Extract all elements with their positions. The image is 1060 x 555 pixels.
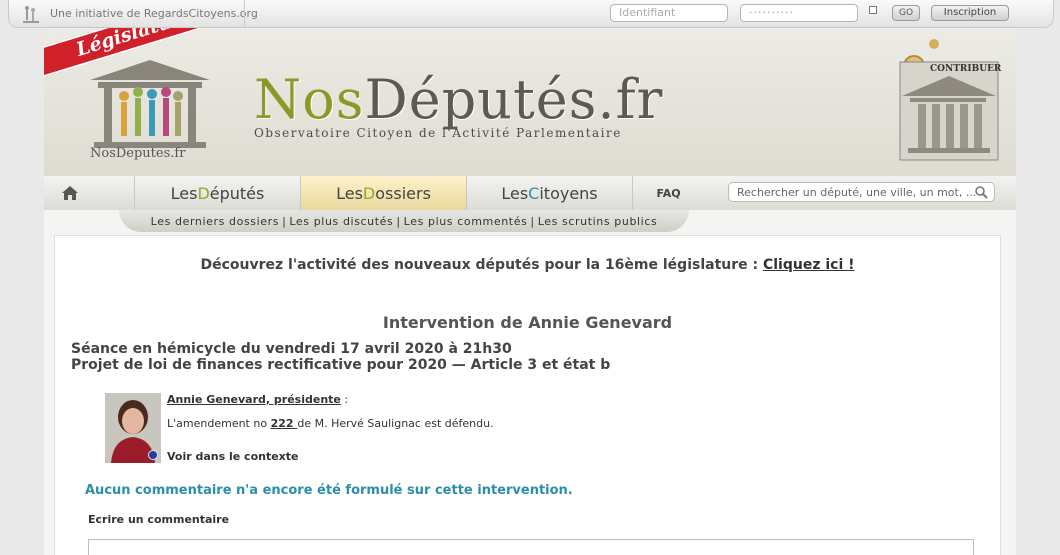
intervention-text: L'amendement no 222 de M. Hervé Sauligna… [167,417,494,430]
site-title[interactable]: NosDéputés.fr [254,68,663,131]
nosdeputes-logo-icon[interactable] [80,52,220,152]
nav-dossiers[interactable]: Les Dossiers [300,176,466,210]
subnav-separator: | [530,214,535,228]
initiative-link[interactable]: Une initiative de RegardsCitoyens.org [50,7,258,20]
home-icon [62,186,78,200]
logo-caption: NosDeputes.fr [90,146,186,161]
subnav-derniers-dossiers[interactable]: Les derniers dossiers [151,215,279,228]
search-input[interactable]: Rechercher un député, une ville, un mot,… [728,182,995,202]
announcement-link[interactable]: Cliquez ici ! [763,257,855,273]
speaker-line: Annie Genevard, présidente : [167,393,348,406]
go-button[interactable]: GO [892,5,920,21]
nav-citoyens-prefix: Les [501,183,529,203]
group-color-icon [148,450,158,460]
speaker-suffix: : [340,393,349,406]
content-panel: Découvrez l'activité des nouveaux député… [54,235,1001,555]
regardscitoyens-logo-icon[interactable] [21,4,41,24]
nav-dossiers-rest: ossiers [375,183,431,203]
password-field[interactable]: ·········· [740,4,858,22]
subnav-plus-commentes[interactable]: Les plus commentés [404,215,528,228]
register-button[interactable]: Inscription [931,5,1009,21]
subnav-separator: | [282,214,287,228]
nav-citoyens[interactable]: Les Citoyens [466,176,632,210]
speaker-link[interactable]: Annie Genevard, présidente [167,393,341,406]
subnav-scrutins-publics[interactable]: Les scrutins publics [538,215,658,228]
announcement: Découvrez l'activité des nouveaux député… [55,257,1000,273]
comment-textarea[interactable] [88,539,974,555]
site-title-part2: Députés.fr [364,68,664,131]
amend-prefix: L'amendement no [167,417,271,430]
search-icon[interactable] [974,185,988,199]
nav-deputes-rest: éputés [209,183,265,203]
sub-nav: Les derniers dossiers | Les plus discuté… [119,210,689,232]
contribute-coins-icon[interactable] [898,38,1000,162]
top-login-bar: Une initiative de RegardsCitoyens.org Id… [8,0,1054,28]
deputy-photo[interactable] [105,393,161,463]
nav-faq[interactable]: FAQ [632,176,704,210]
no-comment-notice: Aucun commentaire n'a encore été formulé… [85,483,573,498]
main-nav: Les Députés Les Dossiers Les Citoyens FA… [44,176,1016,210]
nav-dossiers-prefix: Les [336,183,363,203]
remember-checkbox[interactable] [869,6,877,14]
divider [244,0,245,28]
contribute-label[interactable]: CONTRIBUER [930,64,1001,74]
projet-link[interactable]: Projet de loi de finances rectificative … [71,357,610,373]
subnav-plus-discutes[interactable]: Les plus discutés [289,215,393,228]
seance-link[interactable]: Séance en hémicycle du vendredi 17 avril… [71,341,512,357]
announcement-text: Découvrez l'activité des nouveaux député… [200,257,763,273]
nav-citoyens-initial: C [528,183,540,203]
subnav-separator: | [396,214,401,228]
login-field[interactable]: Identifiant [610,4,728,22]
nav-deputes-prefix: Les [170,183,198,203]
nav-dossiers-initial: D [362,183,376,203]
amendment-link[interactable]: 222 [271,417,298,430]
site-title-part1: Nos [254,68,365,131]
site-subtitle: Observatoire Citoyen de l'Activité Parle… [254,126,622,140]
home-button[interactable] [44,176,96,210]
nav-deputes[interactable]: Les Députés [134,176,300,210]
write-comment-heading: Ecrire un commentaire [88,513,230,526]
page-title: Intervention de Annie Genevard [382,313,673,332]
main-frame: Législature 2017-2022 NosDeputes.fr NosD… [44,28,1016,555]
amend-suffix: de M. Hervé Saulignac est défendu. [297,417,494,430]
site-header: Législature 2017-2022 NosDeputes.fr NosD… [44,28,1016,176]
nav-citoyens-rest: itoyens [539,183,598,203]
context-link[interactable]: Voir dans le contexte [167,450,299,463]
nav-deputes-initial: D [197,183,210,203]
